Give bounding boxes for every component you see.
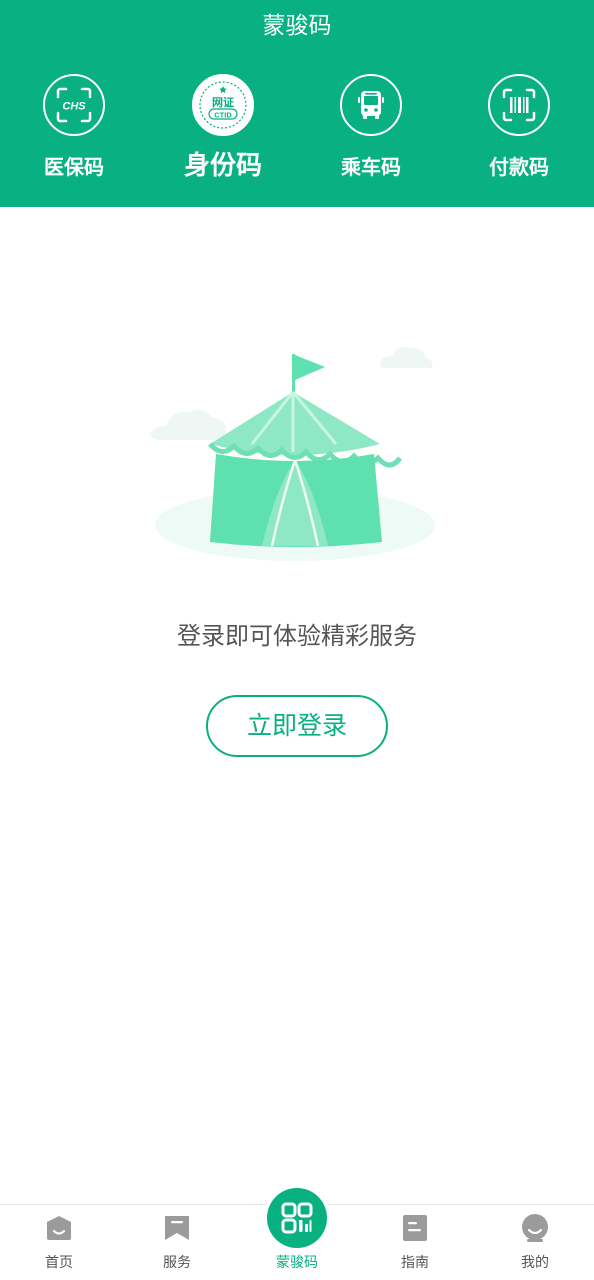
- tab-transit-code[interactable]: 乘车码: [306, 74, 436, 180]
- nav-label: 我的: [521, 1255, 549, 1271]
- nav-label: 蒙骏码: [276, 1255, 318, 1271]
- page-title: 蒙骏码: [262, 13, 332, 39]
- tab-label: 医保码: [44, 155, 104, 179]
- tab-label: 身份码: [183, 151, 262, 181]
- nav-label: 指南: [401, 1255, 429, 1271]
- svg-text:CTID: CTID: [214, 110, 232, 119]
- nav-label: 服务: [163, 1255, 191, 1271]
- nav-item-guide[interactable]: 指南: [356, 1205, 474, 1280]
- barcode-scan-icon: [488, 74, 550, 136]
- home-icon: [47, 1216, 71, 1240]
- chs-scan-icon: CHS: [43, 74, 105, 136]
- bottom-nav: 首页 服务 蒙骏码 指南 我的: [0, 1188, 594, 1280]
- nav-item-mengjun-code[interactable]: 蒙骏码: [238, 1188, 356, 1280]
- tab-label: 付款码: [489, 155, 549, 179]
- bookmark-icon: [165, 1216, 189, 1240]
- login-button[interactable]: 立即登录: [206, 695, 388, 757]
- profile-icon: [522, 1214, 548, 1242]
- svg-text:CHS: CHS: [62, 101, 86, 113]
- nav-item-home[interactable]: 首页: [0, 1205, 118, 1280]
- nav-label: 首页: [45, 1255, 73, 1271]
- tab-label: 乘车码: [341, 155, 401, 179]
- header: 蒙骏码 CHS 医保码 网证 CTID 身份码 乘车码 付款码: [0, 0, 594, 207]
- nav-item-services[interactable]: 服务: [118, 1205, 236, 1280]
- nav-item-profile[interactable]: 我的: [476, 1205, 594, 1280]
- svg-text:网证: 网证: [212, 96, 234, 109]
- tent-illustration: [150, 347, 435, 561]
- guide-icon: [403, 1215, 427, 1241]
- tab-identity-code[interactable]: 网证 CTID 身份码: [158, 74, 288, 182]
- tab-medical-insurance-code[interactable]: CHS 医保码: [9, 74, 139, 180]
- empty-state-message: 登录即可体验精彩服务: [177, 622, 417, 650]
- qr-code-icon: [267, 1188, 327, 1248]
- tab-payment-code[interactable]: 付款码: [454, 74, 584, 180]
- ctid-badge-icon: 网证 CTID: [192, 74, 254, 136]
- page: 蒙骏码 CHS 医保码 网证 CTID 身份码 乘车码 付款码 登录即可体验精彩…: [0, 0, 594, 1280]
- bus-icon: [340, 74, 402, 136]
